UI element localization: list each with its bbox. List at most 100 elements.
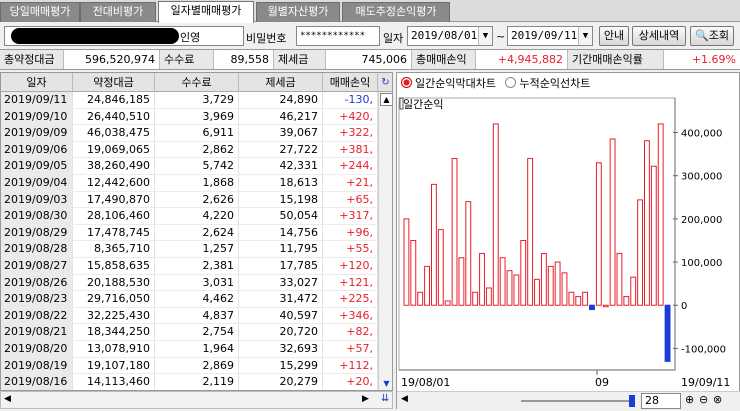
table-row[interactable]: 2019/08/22 32,225,430 4,837 40,597 +346,: [1, 307, 378, 325]
cell-pl: +120,: [323, 258, 378, 274]
table-row[interactable]: 2019/08/27 15,858,635 2,381 17,785 +120,: [1, 258, 378, 275]
y-tick-label: 0: [681, 301, 687, 312]
zoom-out-icon[interactable]: ⊖: [699, 393, 708, 406]
table-row[interactable]: 2019/08/29 17,478,745 2,624 14,756 +96,: [1, 224, 378, 242]
header-fee[interactable]: 수수료: [155, 73, 239, 92]
chart-type-options: 일간순익막대차트 누적순익선차트: [401, 75, 590, 93]
cell-amount: 26,440,510: [73, 108, 155, 125]
cell-amount: 17,490,870: [73, 191, 155, 208]
table-row[interactable]: 2019/08/16 14,113,460 2,119 20,279 +20,: [1, 374, 378, 390]
cell-date: 2019/08/30: [1, 208, 73, 225]
scroll-right-icon[interactable]: ▶: [362, 394, 369, 404]
cell-pl: +121,: [323, 274, 378, 291]
chart-bar: [492, 123, 499, 306]
cell-pl: +20,: [323, 374, 378, 390]
scroll-end-icon[interactable]: ⇊: [381, 393, 389, 404]
table-row[interactable]: 2019/09/11 24,846,185 3,729 24,890 -130,: [1, 92, 378, 109]
tab-date-trade[interactable]: 일자별매매평가: [158, 1, 254, 23]
cell-fee: 3,969: [155, 108, 239, 125]
tab-prev-compare[interactable]: 전대비평가: [80, 2, 156, 22]
cell-date: 2019/09/05: [1, 158, 73, 175]
daily-pl-chart: 일간순익 400,000 300,000 200,000 100,000 0 -100,00…: [398, 97, 730, 389]
table-row[interactable]: 2019/09/06 19,069,065 2,862 27,722 +381,: [1, 141, 378, 159]
slider-track[interactable]: [521, 400, 631, 402]
daily-bar-radio-icon[interactable]: [401, 77, 412, 88]
zoom-value: 28: [645, 394, 659, 407]
total-amount-label: 총약정대금: [0, 50, 64, 69]
slider-thumb[interactable]: [629, 395, 635, 407]
slider-left-icon[interactable]: ◀: [401, 394, 408, 404]
detail-button[interactable]: 상세내역: [632, 26, 686, 46]
cell-pl: -130,: [323, 92, 378, 108]
cell-date: 2019/08/20: [1, 341, 73, 357]
chart-bar: [424, 265, 430, 306]
vertical-scrollbar[interactable]: ▲ ▼: [378, 92, 392, 390]
header-tax[interactable]: 제세금: [239, 73, 323, 92]
start-date-value: 2019/08/01: [411, 29, 478, 42]
table-row[interactable]: 2019/08/23 29,716,050 4,462 31,472 +225,: [1, 291, 378, 308]
tab-monthly-asset[interactable]: 월별자산평가: [256, 2, 340, 22]
password-label: 비밀번호: [246, 32, 287, 45]
cell-tax: 18,613: [239, 175, 323, 191]
table-row[interactable]: 2019/08/26 20,188,530 3,031 33,027 +121,: [1, 274, 378, 292]
table-row[interactable]: 2019/09/09 46,038,475 6,911 39,067 +322,: [1, 125, 378, 142]
table-row[interactable]: 2019/09/10 26,440,510 3,969 46,217 +420,: [1, 108, 378, 126]
zoom-fit-icon[interactable]: ⊗: [713, 393, 722, 406]
end-date-input[interactable]: 2019/09/11 ▼: [507, 26, 593, 46]
cell-date: 2019/09/06: [1, 141, 73, 158]
header-amount[interactable]: 약정대금: [73, 73, 155, 92]
cell-date: 2019/09/09: [1, 125, 73, 142]
guide-button[interactable]: 안내: [599, 26, 629, 46]
header-date[interactable]: 일자: [1, 73, 73, 92]
chart-bar: [616, 252, 623, 306]
cell-fee: 2,869: [155, 357, 239, 374]
start-date-input[interactable]: 2019/08/01 ▼: [407, 26, 493, 46]
table-row[interactable]: 2019/08/20 13,078,910 1,964 32,693 +57,: [1, 341, 378, 358]
tab-sell-estimate[interactable]: 매도추정손익평가: [342, 2, 450, 22]
account-field[interactable]: 인영: [4, 26, 244, 46]
cell-date: 2019/08/21: [1, 324, 73, 341]
scroll-left-icon[interactable]: ◀: [4, 394, 11, 404]
table-row[interactable]: 2019/08/30 28,106,460 4,220 50,054 +317,: [1, 208, 378, 225]
daily-bar-option[interactable]: 일간순익막대차트: [401, 77, 496, 90]
chart-bar: [485, 287, 492, 306]
cumulative-line-option[interactable]: 누적순익선차트: [505, 77, 590, 90]
horizontal-scrollbar[interactable]: ◀ ▶ ⇊: [0, 391, 393, 409]
cell-tax: 15,299: [239, 357, 323, 374]
table-row[interactable]: 2019/09/04 12,442,600 1,868 18,613 +21,: [1, 175, 378, 192]
search-button[interactable]: 🔍조회: [690, 26, 734, 46]
cell-amount: 15,858,635: [73, 258, 155, 274]
daily-bar-label: 일간순익막대차트: [415, 77, 496, 90]
cell-amount: 29,716,050: [73, 291, 155, 308]
cell-date: 2019/08/28: [1, 241, 73, 258]
table-row[interactable]: 2019/08/19 19,107,180 2,869 15,299 +112,: [1, 357, 378, 375]
zoom-in-icon[interactable]: ⊕: [685, 393, 694, 406]
cell-fee: 2,624: [155, 224, 239, 241]
cumulative-line-radio-icon[interactable]: [505, 77, 517, 88]
scroll-top-icon[interactable]: ▲: [380, 93, 392, 106]
cell-tax: 15,198: [239, 191, 323, 208]
cell-fee: 1,868: [155, 175, 239, 191]
table-row[interactable]: 2019/09/05 38,260,490 5,742 42,331 +244,: [1, 158, 378, 175]
cell-pl: +82,: [323, 324, 378, 341]
chart-bar: [664, 304, 671, 362]
start-date-dropdown-icon[interactable]: ▼: [478, 27, 492, 45]
fee-label: 수수료: [160, 50, 214, 69]
cell-amount: 17,478,745: [73, 224, 155, 241]
tab-daily-trade[interactable]: 당일매매평가: [0, 2, 80, 22]
refresh-icon[interactable]: ↻: [378, 73, 392, 92]
password-input[interactable]: ************: [296, 26, 380, 46]
table-row[interactable]: 2019/09/03 17,490,870 2,626 15,198 +65,: [1, 191, 378, 209]
table-row[interactable]: 2019/08/21 18,344,250 2,754 20,720 +82,: [1, 324, 378, 341]
header-pl[interactable]: 매매손익: [323, 73, 378, 92]
zoom-value-input[interactable]: 28: [641, 393, 681, 409]
chart-bar: [582, 291, 589, 306]
total-pl-value: +4,945,882: [476, 50, 568, 69]
chart-bar: [561, 272, 568, 306]
scroll-bottom-icon[interactable]: ▼: [380, 377, 392, 390]
end-date-dropdown-icon[interactable]: ▼: [578, 27, 592, 45]
cell-date: 2019/08/27: [1, 258, 73, 274]
cell-pl: +112,: [323, 357, 378, 374]
table-row[interactable]: 2019/08/28 8,365,710 1,257 11,795 +55,: [1, 241, 378, 258]
cell-fee: 2,754: [155, 324, 239, 341]
